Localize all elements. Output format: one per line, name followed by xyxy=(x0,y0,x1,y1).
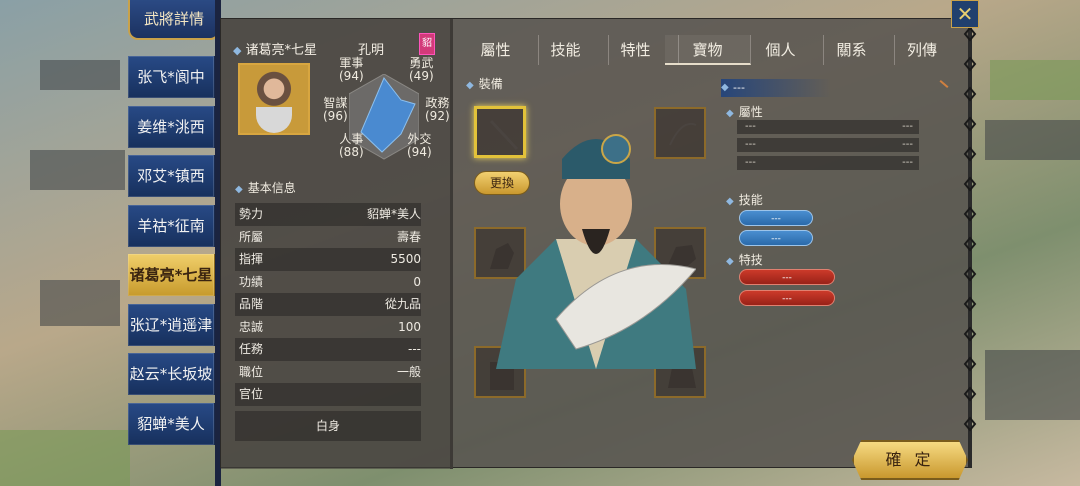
diamond-icon: ◆ xyxy=(726,196,734,207)
basic-info-heading: ◆ 基本信息 xyxy=(235,181,296,195)
info-row: 勢力 貂蝉*美人 xyxy=(235,203,421,226)
attributes-heading: ◆ 屬性 xyxy=(726,105,763,119)
stat-politics: 政務 (92) xyxy=(425,96,450,123)
general-item-jiangwei[interactable]: 姜维*洮西 xyxy=(128,106,220,148)
info-row: 功績 0 xyxy=(239,274,421,289)
skills-heading: ◆ 技能 xyxy=(726,193,763,207)
stat-diplomacy: 外交 (94) xyxy=(407,132,432,159)
info-row: 指揮 5500 xyxy=(235,248,421,271)
general-item-zhaoyun[interactable]: 赵云*长坂坡 xyxy=(128,353,220,395)
diamond-icon: ◆ xyxy=(466,80,474,91)
info-row: 任務 --- xyxy=(235,338,421,361)
faction-seal-icon: 貂 xyxy=(419,33,435,55)
special-pill[interactable]: --- xyxy=(739,269,835,285)
diamond-icon: ◆ xyxy=(721,82,729,93)
profile-column: ◆ 诸葛亮*七星 孔明 貂 軍事 (94) 勇武 (49) 智謀 (96) 政務 (92)… xyxy=(221,19,453,469)
general-name: 诸葛亮*七星 xyxy=(245,43,317,58)
general-item-zhangfei[interactable]: 张飞*阆中 xyxy=(128,56,220,98)
info-row: 品階 從九品 xyxy=(235,293,421,316)
attribute-row: --- --- xyxy=(737,138,919,152)
general-item-dengai[interactable]: 邓艾*镇西 xyxy=(128,155,220,197)
general-detail-panel: ◆ 诸葛亮*七星 孔明 貂 軍事 (94) 勇武 (49) 智謀 (96) 政務 (92)… xyxy=(220,18,972,469)
hero-figure xyxy=(496,134,696,369)
general-details-title: 武將詳情 xyxy=(128,0,220,40)
close-button[interactable]: ✕ xyxy=(951,0,979,28)
treasure-name-heading: ◆ --- xyxy=(721,79,831,97)
general-item-zhangliao[interactable]: 张辽*逍遥津 xyxy=(128,304,220,346)
official-title-value: 白身 xyxy=(235,411,421,441)
special-pill[interactable]: --- xyxy=(739,290,835,306)
diamond-icon: ◆ xyxy=(726,256,734,267)
general-portrait xyxy=(238,63,310,135)
skill-pill[interactable]: --- xyxy=(739,230,813,246)
edit-pen-icon[interactable] xyxy=(939,80,949,88)
stat-military: 軍事 (94) xyxy=(339,56,364,83)
general-item-zhugeliang[interactable]: 诸葛亮*七星 xyxy=(128,254,220,296)
info-row: 所屬 壽春 xyxy=(239,229,421,244)
info-row: 職位 一般 xyxy=(239,364,421,379)
diamond-icon: ◆ xyxy=(726,108,734,119)
attribute-row: --- --- xyxy=(737,156,919,170)
diamond-icon: ◆ xyxy=(235,184,243,195)
info-row: 忠誠 100 xyxy=(239,319,421,334)
stat-strategy: 智謀 (96) xyxy=(323,96,348,123)
stat-valor: 勇武 (49) xyxy=(409,56,434,83)
general-list: 武將詳情 张飞*阆中 姜维*洮西 邓艾*镇西 羊祜*征南 诸葛亮*七星 张辽*逍… xyxy=(128,0,220,486)
panel-chain-border xyxy=(963,18,977,468)
general-item-yanghu[interactable]: 羊祜*征南 xyxy=(128,205,220,247)
skill-pill[interactable]: --- xyxy=(739,210,813,226)
tab-biography[interactable]: 列傳 xyxy=(879,35,965,65)
detail-tabs: 屬性 技能 特性 寶物 個人 關系 列傳 xyxy=(453,35,969,67)
confirm-button[interactable]: 確 定 xyxy=(852,440,968,480)
equipment-heading: ◆ 裝備 xyxy=(466,77,503,91)
basic-info-table: 勢力 貂蝉*美人 所屬 壽春 指揮 5500 功績 0 品階 從九品 忠誠 100 任務 --… xyxy=(235,203,421,406)
general-item-diaochan[interactable]: 貂蝉*美人 xyxy=(128,403,220,445)
diamond-icon: ◆ xyxy=(233,44,242,57)
special-heading: ◆ 特技 xyxy=(726,253,763,267)
portrait-beard xyxy=(256,107,292,133)
stat-personnel: 人事 (88) xyxy=(339,132,364,159)
info-row: 官位 xyxy=(235,383,421,406)
attribute-row: --- --- xyxy=(737,120,919,134)
